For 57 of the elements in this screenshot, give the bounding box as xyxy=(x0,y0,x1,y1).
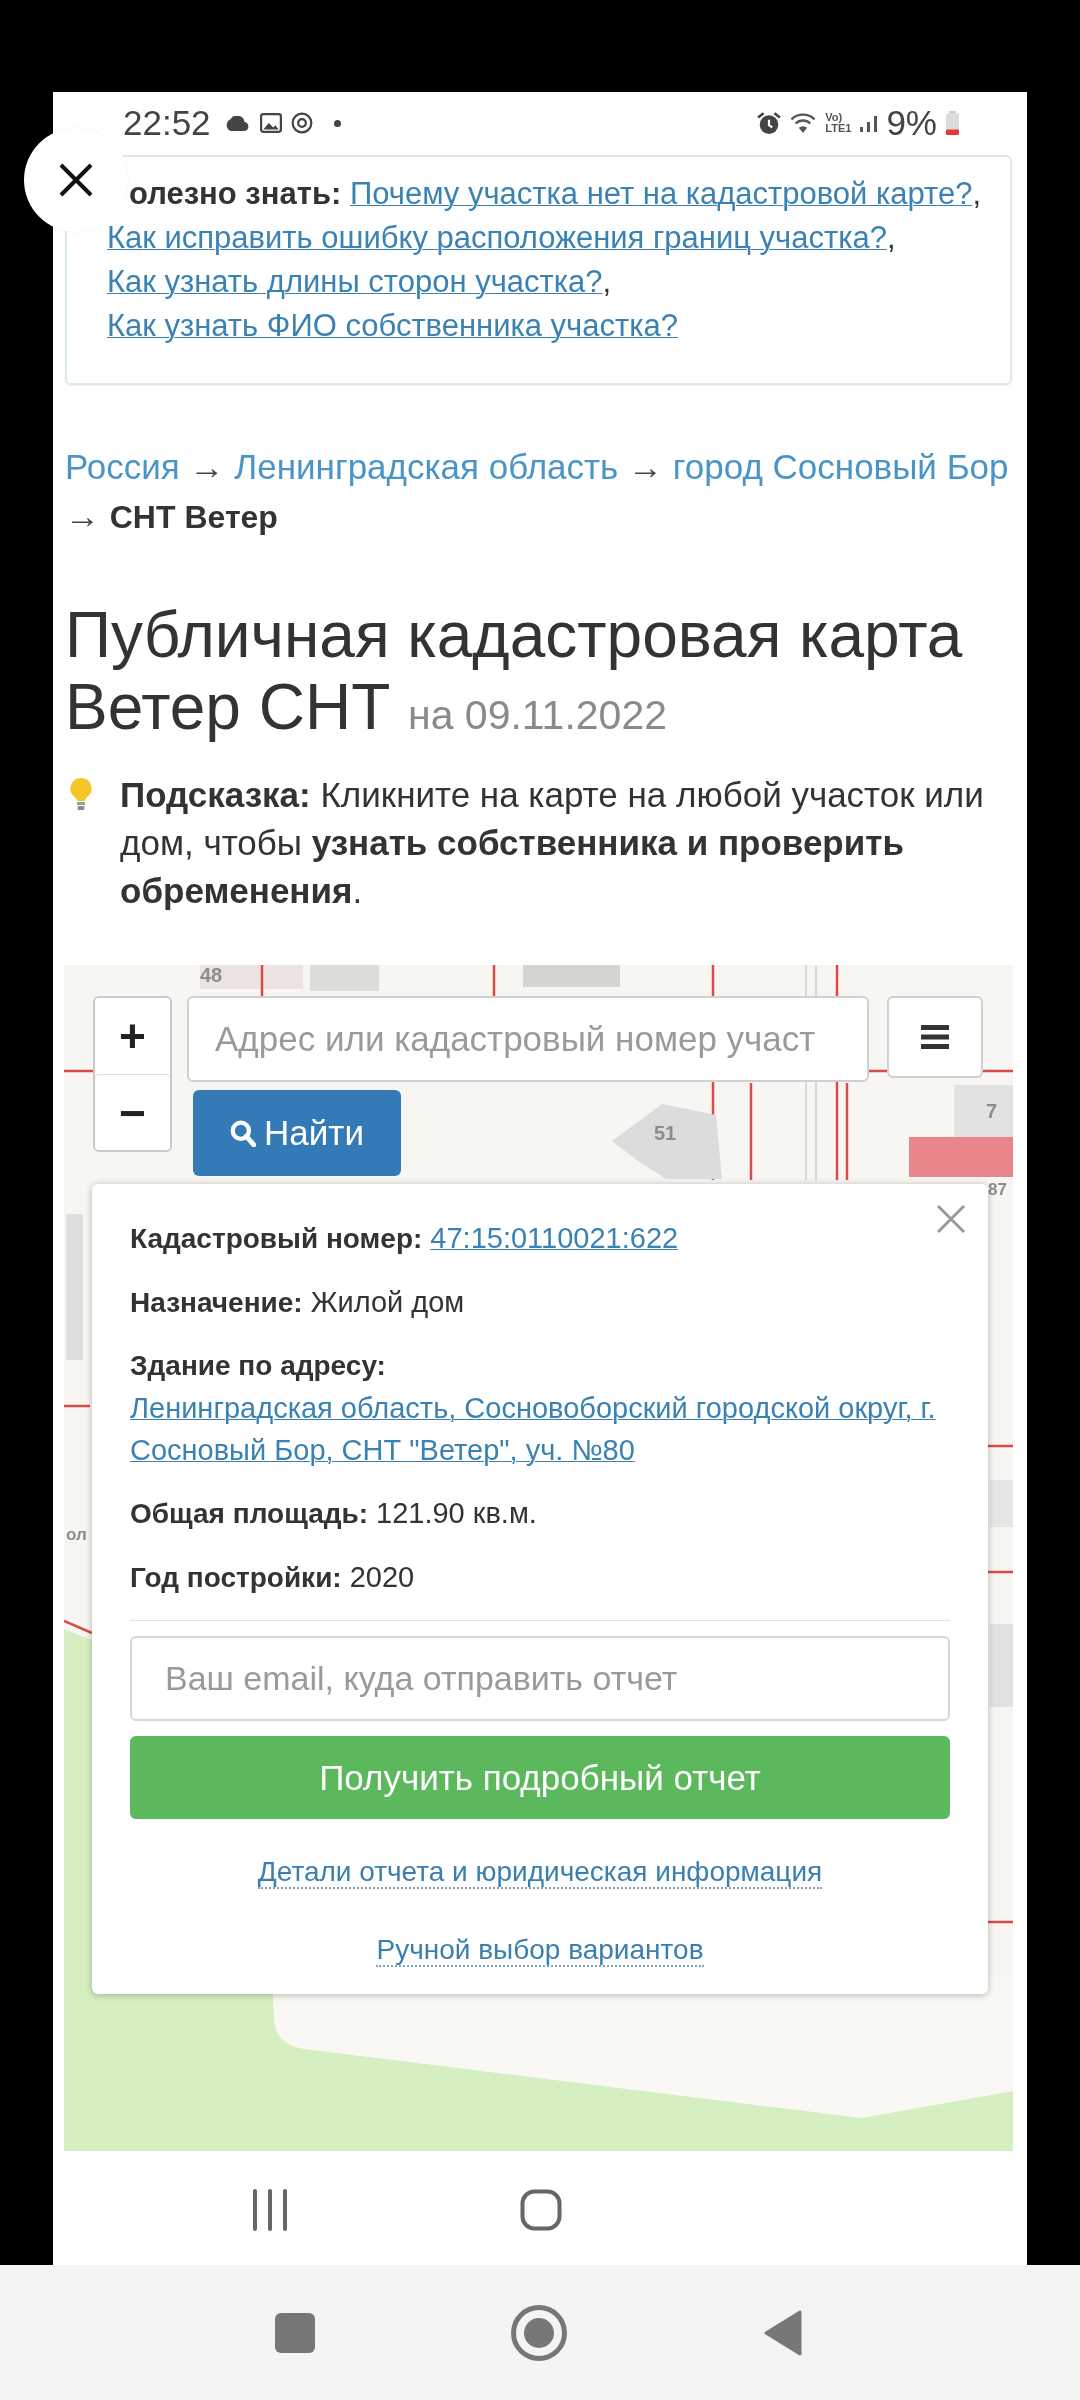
hint-text: Подсказка: Кликните на карте на любой участок или дом, чтобы узнать собственника и проверить обременения. xyxy=(120,774,985,912)
report-link[interactable]: Детали отчета и юридическая информация xyxy=(257,1856,823,1889)
recent-apps-icon[interactable] xyxy=(251,2189,288,2231)
zoom-out-button[interactable]: − xyxy=(95,1074,170,1150)
dot-icon xyxy=(333,119,341,127)
help-link[interactable]: Почему участка нет на кадастровой карте? xyxy=(349,176,973,211)
battery-percent: 9% xyxy=(886,103,937,143)
breadcrumb-current: СНТ Ветер xyxy=(109,499,278,535)
close-icon xyxy=(59,163,93,197)
alarm-icon xyxy=(757,111,782,135)
field-label: Здание по адресу: xyxy=(130,1349,386,1383)
help-link[interactable]: Как исправить ошибку расположения границ участка? xyxy=(107,220,887,255)
breadcrumb-arrow: → xyxy=(628,447,664,486)
menu-button[interactable] xyxy=(887,996,983,1078)
search-button[interactable]: Найти xyxy=(193,1090,401,1176)
breadcrumb-link[interactable]: Ленинградская область xyxy=(234,447,619,486)
field-value: 2020 xyxy=(349,1560,415,1595)
value-link[interactable]: 47:15:0110021:622 xyxy=(430,1217,679,1259)
report-button[interactable]: Получить подробный отчет xyxy=(130,1736,950,1819)
breadcrumb-link[interactable]: Россия xyxy=(65,447,180,486)
map-label: 7 xyxy=(986,1101,998,1121)
field-label: Общая площадь: xyxy=(130,1497,368,1531)
battery-icon xyxy=(946,111,959,135)
back-icon[interactable] xyxy=(764,2309,802,2356)
status-time: 22:52 xyxy=(123,103,211,143)
home-icon[interactable] xyxy=(511,2304,567,2361)
image-icon xyxy=(259,113,282,133)
ring-icon xyxy=(290,112,313,134)
field-label: Год постройки: xyxy=(130,1561,342,1595)
report-link[interactable]: Ручной выбор вариантов xyxy=(376,1934,704,1967)
home-icon[interactable] xyxy=(519,2189,562,2231)
address-link[interactable]: Ленинградская область, Сосновоборский городской округ, г. Сосновый Бор, СНТ "Ветер", уч. №80 xyxy=(130,1387,950,1471)
help-link[interactable]: Как узнать длины сторон участка? xyxy=(107,264,603,299)
network-type-label: Vo) LTE1 xyxy=(825,112,852,134)
help-link[interactable]: Как узнать ФИО собственника участка? xyxy=(107,308,678,343)
menu-icon xyxy=(921,1025,949,1049)
breadcrumb-link[interactable]: город Сосновый Бор xyxy=(672,447,1009,486)
square-icon[interactable] xyxy=(275,2312,315,2353)
field-value: Жилой дом xyxy=(310,1285,465,1320)
field-value: 121.90 кв.м. xyxy=(376,1496,537,1531)
breadcrumb-arrow: → xyxy=(65,496,100,535)
map-label: 87 xyxy=(988,1181,1007,1198)
page-title: Публичная кадастровая карта Ветер СНТ на 09.11.2022 xyxy=(65,599,964,745)
field-label: Назначение: xyxy=(130,1286,303,1320)
search-icon xyxy=(230,1119,257,1147)
close-icon[interactable] xyxy=(936,1204,966,1234)
wifi-icon xyxy=(790,113,817,133)
map-label: 48 xyxy=(200,965,223,985)
search-field[interactable]: Адрес или кадастровый номер участ xyxy=(187,996,869,1082)
map-label: ол xyxy=(66,1526,87,1543)
field-label: Кадастровый номер: xyxy=(130,1222,423,1256)
signal-icon xyxy=(860,114,878,132)
map-label: 51 xyxy=(654,1123,677,1143)
breadcrumb-arrow: → xyxy=(189,447,225,486)
lightbulb-icon xyxy=(69,777,93,811)
info-paragraph: олезно знать: Почему участка нет на кадастровой карте?, Как исправить ошибку расположения границ участка?, Как узнать длины сторон участка?, Как узнать ФИО собственника участка? xyxy=(107,175,983,345)
email-field[interactable]: Ваш email, куда отправить отчет xyxy=(130,1636,950,1721)
